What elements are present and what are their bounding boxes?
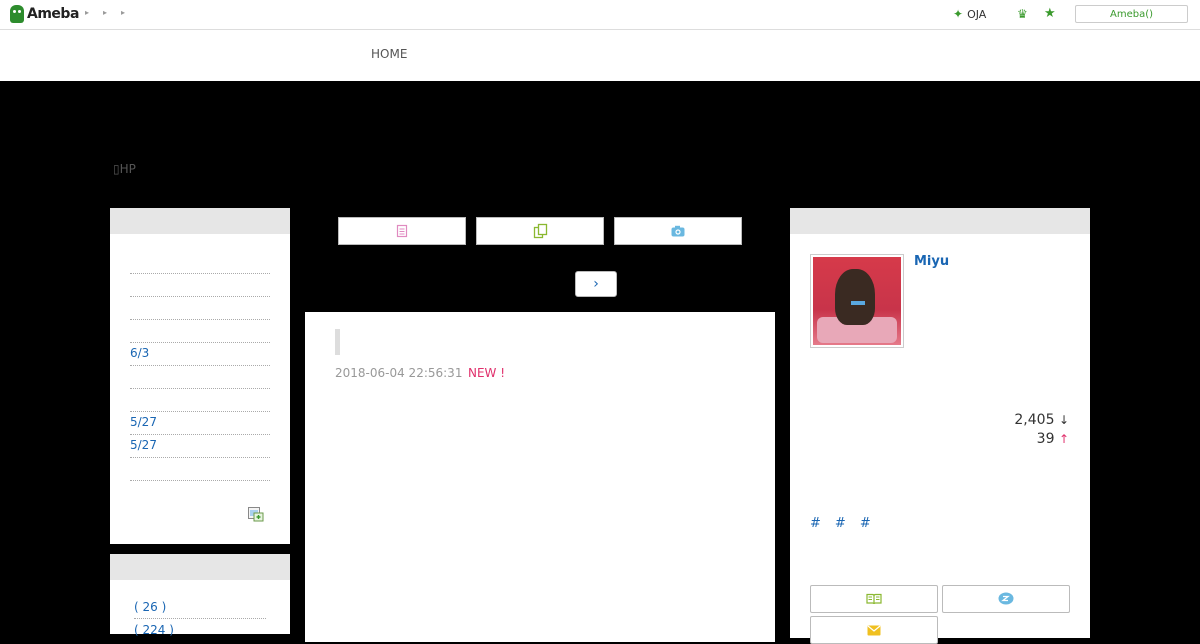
entry-date-link[interactable]: 5/27 xyxy=(130,438,157,452)
avatar-image xyxy=(813,257,901,345)
rank-value: 39 xyxy=(1036,431,1055,447)
crown-icon[interactable]: ♛ xyxy=(1017,7,1028,21)
ameba-mascot-icon xyxy=(10,5,24,23)
blog-nav: HOME xyxy=(0,30,1200,81)
avatar-collar xyxy=(851,301,865,305)
list-divider xyxy=(130,365,270,366)
article: 2018-06-04 22:56:31 NEW ! xyxy=(305,312,775,642)
list-divider xyxy=(130,411,270,412)
chat-bubble-icon xyxy=(998,592,1014,605)
list-divider xyxy=(130,296,270,297)
list-divider xyxy=(130,388,270,389)
readers-count: 2,405 xyxy=(1014,412,1055,428)
logo-text: Ameba xyxy=(27,6,79,22)
list-divider xyxy=(130,273,270,274)
breadcrumb-arrow-icon[interactable]: ▸ xyxy=(103,8,107,17)
new-badge: NEW ! xyxy=(468,366,506,380)
oja-label: OJA xyxy=(967,7,987,21)
breadcrumb: ▸ ▸ ▸ xyxy=(85,8,125,17)
message-button[interactable] xyxy=(942,585,1070,613)
title-accent xyxy=(335,329,340,355)
readers-stat: 2,405 ↓ xyxy=(1014,412,1069,428)
recent-entries-panel: 6/3 5/27 5/27 xyxy=(110,208,290,544)
panel-header xyxy=(110,208,290,234)
trend-up-icon: ↑ xyxy=(1058,432,1069,446)
envelope-icon xyxy=(867,625,881,635)
breadcrumb-arrow-icon[interactable]: ▸ xyxy=(85,8,89,17)
mail-button[interactable] xyxy=(810,616,938,644)
themes-panel xyxy=(110,554,290,634)
hashtag-list: # # # xyxy=(810,516,871,531)
list-divider xyxy=(130,434,270,435)
hashtag-link[interactable]: # xyxy=(835,516,846,531)
list-divider xyxy=(134,618,266,619)
list-divider xyxy=(130,319,270,320)
entry-date-link[interactable]: 6/3 xyxy=(130,346,149,360)
copy-icon xyxy=(533,223,548,239)
rank-stat: 39 ↑ xyxy=(1037,431,1069,447)
hp-link[interactable]: ▯HP xyxy=(113,162,136,176)
entries-list-button[interactable] xyxy=(338,217,466,245)
profile-avatar[interactable] xyxy=(810,254,904,348)
ameba-login-button[interactable]: Ameba() xyxy=(1075,5,1188,23)
trend-down-icon: ↓ xyxy=(1058,413,1069,427)
photo-button[interactable] xyxy=(614,217,742,245)
theme-count-link[interactable]: ( 224 ) xyxy=(134,623,174,637)
panel-header xyxy=(110,554,290,580)
list-divider xyxy=(130,480,270,481)
book-icon xyxy=(866,593,882,605)
hashtag-link[interactable]: # xyxy=(860,516,871,531)
post-date: 2018-06-04 22:56:31 xyxy=(335,366,463,380)
panel-header xyxy=(790,208,1090,234)
ameba-logo[interactable]: Ameba xyxy=(10,5,79,23)
profile-name[interactable]: Miyu xyxy=(914,254,949,269)
camera-icon xyxy=(671,225,685,237)
entry-date-link[interactable]: 5/27 xyxy=(130,415,157,429)
list-divider xyxy=(130,342,270,343)
copy-entries-button[interactable] xyxy=(476,217,604,245)
avatar-dog xyxy=(835,269,875,325)
theme-count-link[interactable]: ( 26 ) xyxy=(134,600,166,614)
star-icon[interactable]: ★ xyxy=(1044,6,1056,21)
top-bar: Ameba ▸ ▸ ▸ ✦ OJA ♛ ★ Ameba() xyxy=(0,0,1200,30)
sparkle-icon: ✦ xyxy=(953,7,964,21)
reader-register-button[interactable] xyxy=(810,585,938,613)
breadcrumb-arrow-icon[interactable]: ▸ xyxy=(121,8,125,17)
next-page-button[interactable]: › xyxy=(575,271,617,297)
rss-icon[interactable] xyxy=(248,507,264,522)
entries-list: 6/3 5/27 5/27 xyxy=(120,244,280,534)
oja-link[interactable]: ✦ OJA xyxy=(953,7,986,21)
home-link[interactable]: HOME xyxy=(371,47,407,61)
list-divider xyxy=(130,457,270,458)
hashtag-link[interactable]: # xyxy=(810,516,821,531)
document-icon xyxy=(396,224,408,238)
